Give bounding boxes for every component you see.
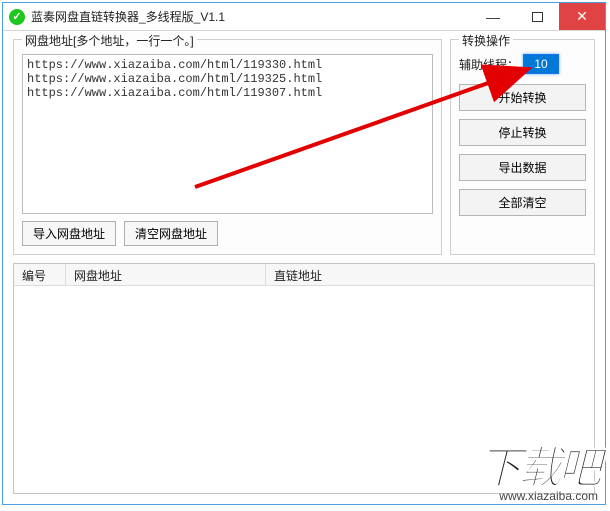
start-convert-button[interactable]: 开始转换: [459, 84, 586, 111]
thread-input[interactable]: [523, 54, 559, 74]
content-area: 网盘地址[多个地址，一行一个。] 导入网盘地址 清空网盘地址 转换操作 辅助线程…: [3, 31, 605, 504]
stop-convert-button[interactable]: 停止转换: [459, 119, 586, 146]
export-data-button[interactable]: 导出数据: [459, 154, 586, 181]
window-title: 蓝奏网盘直链转换器_多线程版_V1.1: [31, 8, 471, 25]
address-textarea[interactable]: [22, 54, 433, 214]
maximize-button[interactable]: [515, 3, 559, 30]
thread-row: 辅助线程：: [459, 54, 586, 74]
operations-group: 转换操作 辅助线程： 开始转换 停止转换 导出数据 全部清空: [450, 39, 595, 255]
address-group: 网盘地址[多个地址，一行一个。] 导入网盘地址 清空网盘地址: [13, 39, 442, 255]
import-address-button[interactable]: 导入网盘地址: [22, 221, 116, 246]
top-row: 网盘地址[多个地址，一行一个。] 导入网盘地址 清空网盘地址 转换操作 辅助线程…: [13, 39, 595, 255]
address-buttons: 导入网盘地址 清空网盘地址: [22, 221, 433, 246]
minimize-button[interactable]: —: [471, 3, 515, 30]
close-button[interactable]: ✕: [559, 3, 605, 30]
col-direct-url[interactable]: 直链地址: [266, 264, 594, 285]
col-pan-url[interactable]: 网盘地址: [66, 264, 266, 285]
window-controls: — ✕: [471, 3, 605, 30]
thread-label: 辅助线程：: [459, 56, 519, 73]
result-table: 编号 网盘地址 直链地址: [13, 263, 595, 494]
address-group-label: 网盘地址[多个地址，一行一个。]: [22, 32, 197, 49]
titlebar: ✓ 蓝奏网盘直链转换器_多线程版_V1.1 — ✕: [3, 3, 605, 31]
app-window: ✓ 蓝奏网盘直链转换器_多线程版_V1.1 — ✕ 网盘地址[多个地址，一行一个…: [2, 2, 606, 505]
app-icon: ✓: [9, 9, 25, 25]
operations-group-label: 转换操作: [459, 32, 513, 49]
clear-address-button[interactable]: 清空网盘地址: [124, 221, 218, 246]
table-header: 编号 网盘地址 直链地址: [14, 264, 594, 286]
col-index[interactable]: 编号: [14, 264, 66, 285]
table-body: [14, 286, 594, 493]
clear-all-button[interactable]: 全部清空: [459, 189, 586, 216]
